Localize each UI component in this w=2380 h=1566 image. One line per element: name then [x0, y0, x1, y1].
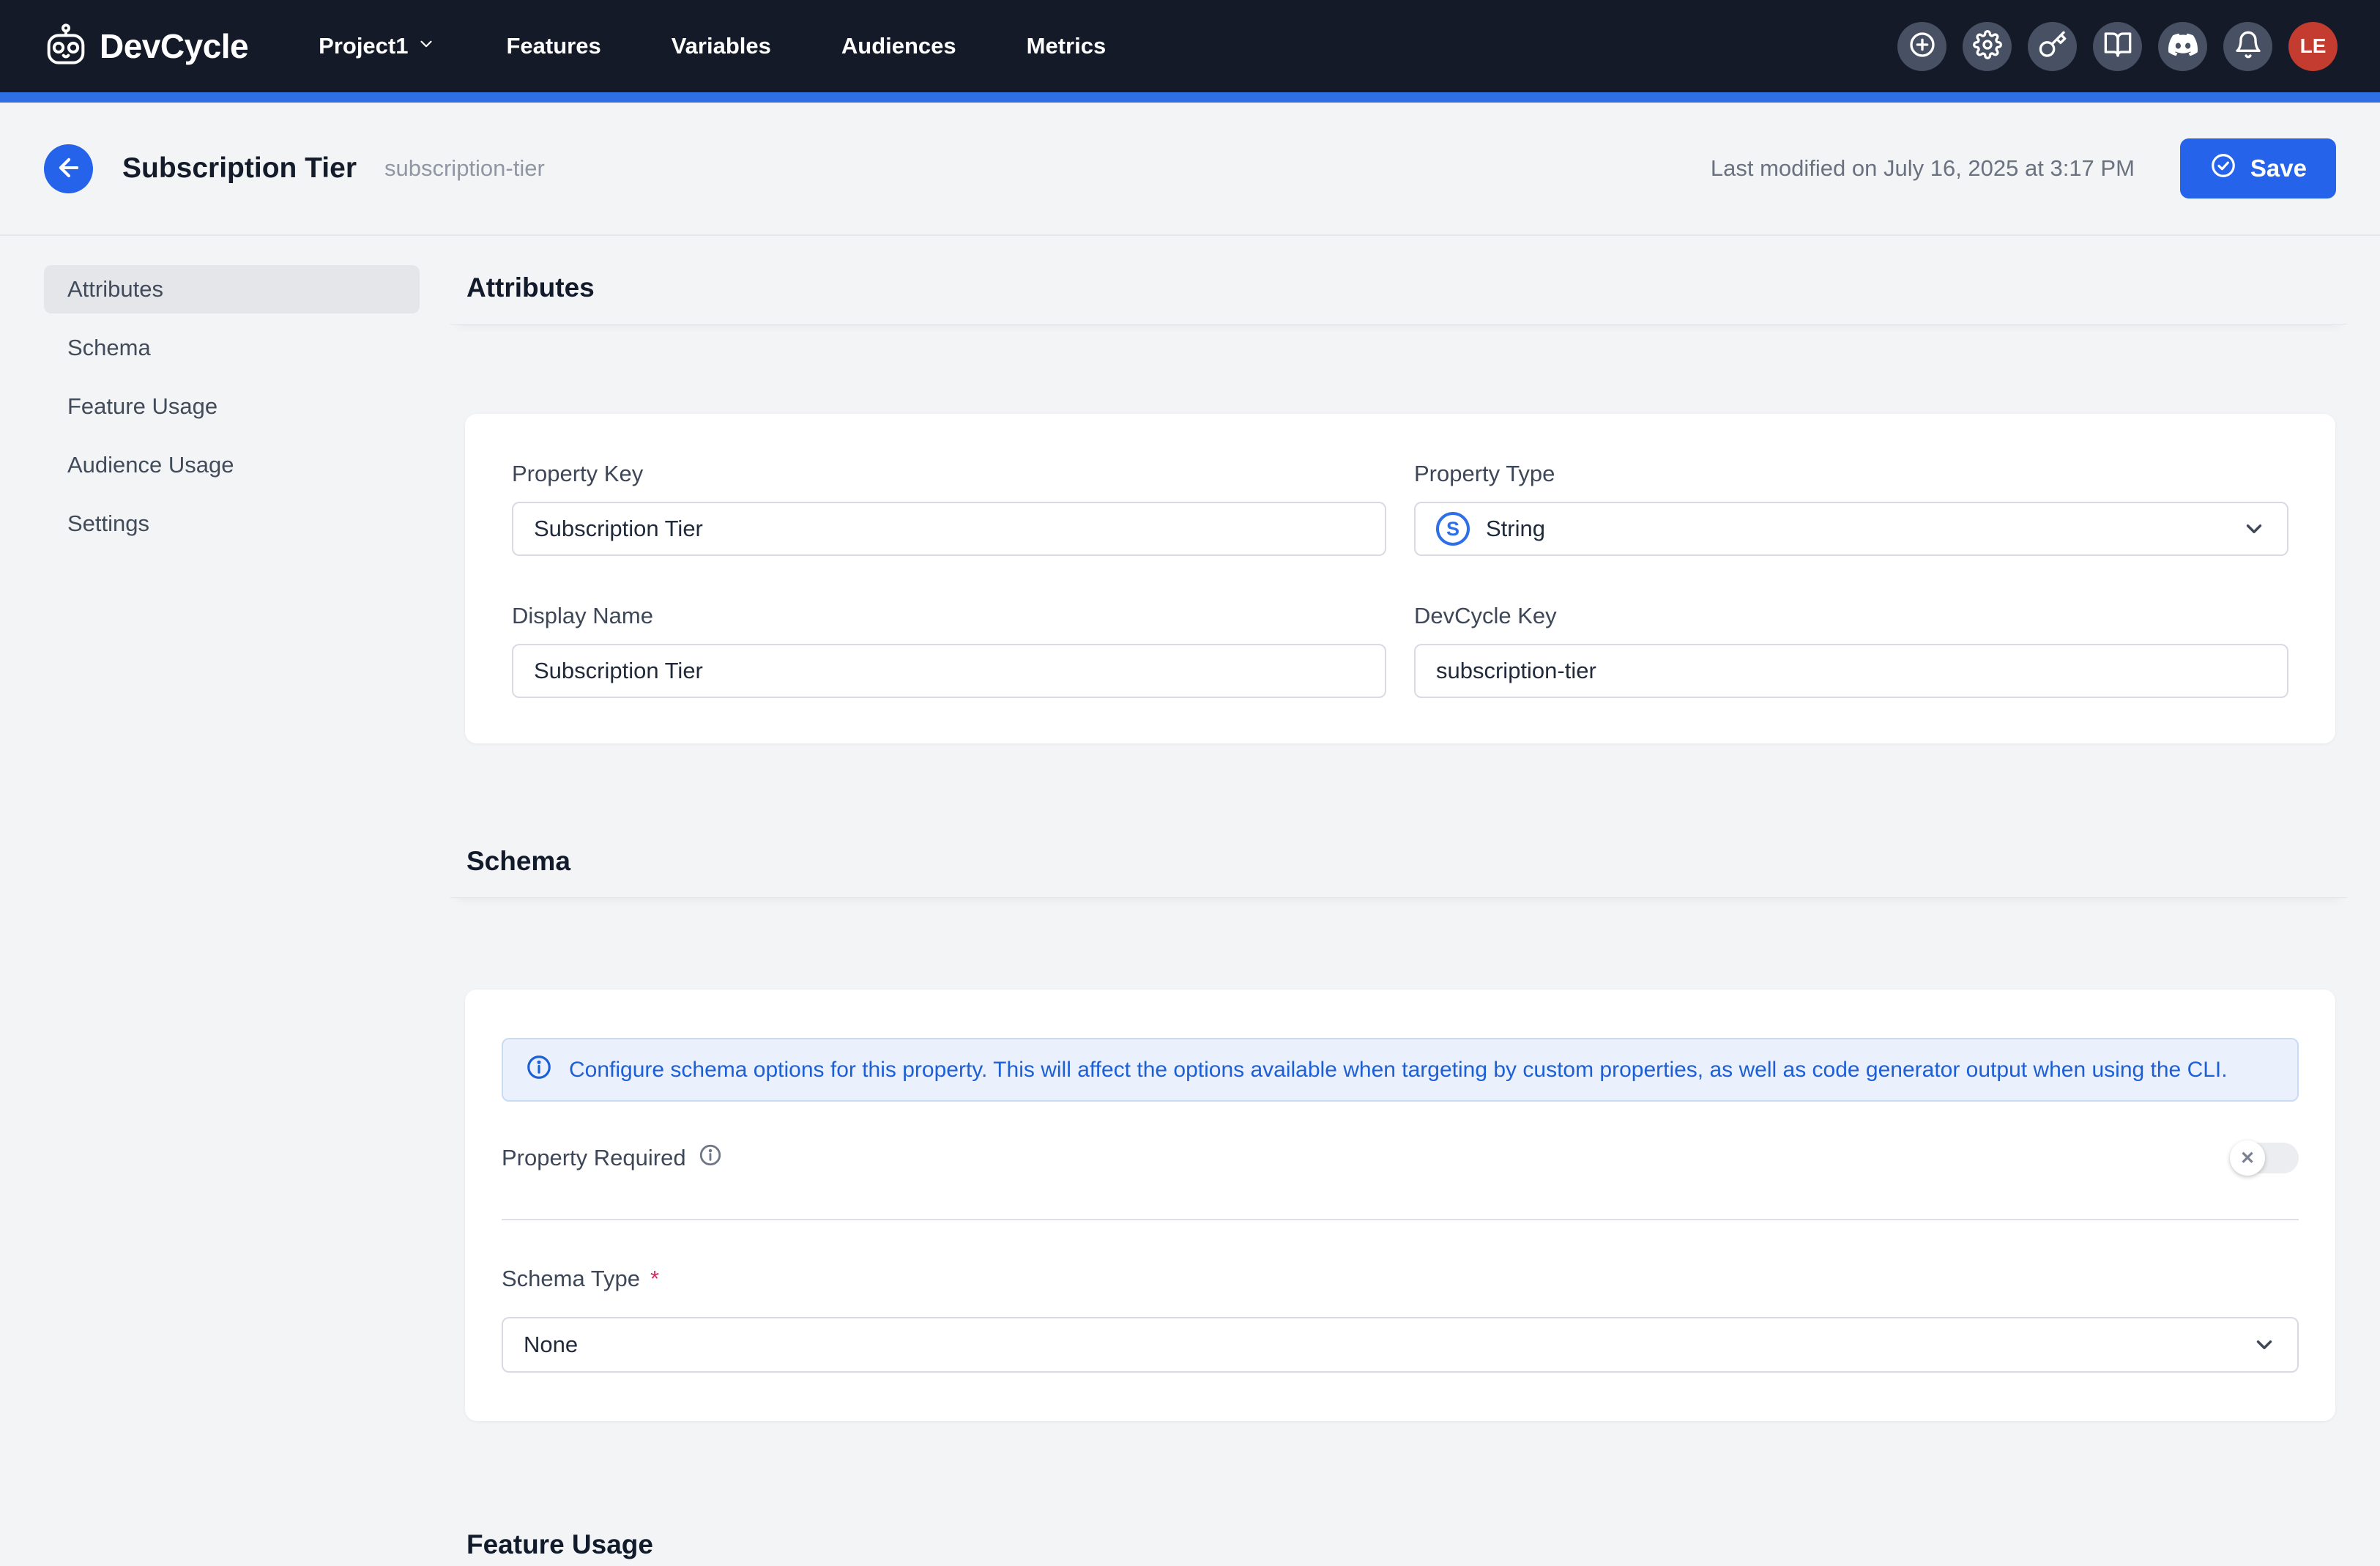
project-selector-label: Project1: [319, 33, 408, 59]
page-header: Subscription Tier subscription-tier Last…: [0, 103, 2380, 236]
nav-item-variables[interactable]: Variables: [672, 33, 771, 59]
feature-usage-section-header: Feature Usage: [450, 1497, 2347, 1566]
sidebar-item-schema[interactable]: Schema: [44, 324, 420, 372]
property-required-label-group: Property Required: [502, 1143, 723, 1173]
devcycle-robot-icon: [42, 23, 89, 70]
info-circle-icon: [525, 1053, 553, 1087]
property-required-row: Property Required ✕: [502, 1143, 2299, 1173]
discord-icon: [2168, 30, 2198, 63]
display-name-label: Display Name: [512, 603, 1386, 629]
notifications-button[interactable]: [2223, 22, 2272, 71]
back-button[interactable]: [44, 144, 93, 193]
plus-circle-icon: [1908, 30, 1937, 63]
main-column: Attributes Property Key Property Type S …: [450, 245, 2347, 1566]
schema-type-select[interactable]: None: [502, 1317, 2299, 1373]
docs-button[interactable]: [2093, 22, 2142, 71]
display-name-field-group: Display Name: [512, 603, 1386, 698]
property-required-toggle[interactable]: ✕: [2231, 1143, 2299, 1173]
chevron-down-icon: [2252, 1332, 2277, 1357]
schema-card-divider: [502, 1219, 2299, 1220]
bell-icon: [2234, 30, 2263, 63]
create-button[interactable]: [1897, 22, 1946, 71]
string-type-icon: S: [1436, 512, 1470, 546]
api-keys-button[interactable]: [2028, 22, 2077, 71]
attributes-section-header: Attributes: [450, 252, 2347, 324]
property-key-field-group: Property Key: [512, 461, 1386, 556]
discord-button[interactable]: [2158, 22, 2207, 71]
devcycle-key-label: DevCycle Key: [1414, 603, 2288, 629]
property-key-label: Property Key: [512, 461, 1386, 487]
property-type-value: String: [1486, 516, 1545, 542]
attributes-section-title: Attributes: [466, 272, 595, 303]
key-icon: [2038, 30, 2067, 63]
display-name-input[interactable]: [512, 644, 1386, 698]
save-button[interactable]: Save: [2180, 138, 2336, 198]
sidebar-item-audience-usage[interactable]: Audience Usage: [44, 441, 420, 489]
schema-info-alert: Configure schema options for this proper…: [502, 1038, 2299, 1102]
sidebar-item-settings[interactable]: Settings: [44, 500, 420, 548]
sidebar-item-attributes[interactable]: Attributes: [44, 265, 420, 313]
brand-wordmark: DevCycle: [100, 26, 248, 66]
nav-links: Project1 Features Variables Audiences Me…: [319, 33, 1106, 59]
property-type-field-group: Property Type S String: [1414, 461, 2288, 556]
page-key: subscription-tier: [384, 155, 545, 182]
devcycle-key-input[interactable]: [1414, 644, 2288, 698]
gear-icon: [1973, 30, 2002, 63]
page-title: Subscription Tier: [122, 152, 357, 185]
book-open-icon: [2103, 30, 2132, 63]
last-modified-text: Last modified on July 16, 2025 at 3:17 P…: [1711, 155, 2135, 182]
save-button-label: Save: [2250, 155, 2307, 182]
chevron-down-icon: [2242, 516, 2266, 541]
property-required-label: Property Required: [502, 1145, 686, 1171]
property-type-select[interactable]: S String: [1414, 502, 2288, 556]
nav-item-metrics[interactable]: Metrics: [1027, 33, 1107, 59]
navbar-actions: LE: [1897, 22, 2338, 71]
schema-card: Configure schema options for this proper…: [465, 990, 2335, 1421]
settings-button[interactable]: [1963, 22, 2012, 71]
nav-item-features[interactable]: Features: [506, 33, 600, 59]
arrow-left-icon: [55, 154, 83, 184]
schema-info-text: Configure schema options for this proper…: [569, 1058, 2228, 1083]
property-key-input[interactable]: [512, 502, 1386, 556]
content-area: Attributes Schema Feature Usage Audience…: [0, 236, 2380, 1566]
property-type-label: Property Type: [1414, 461, 2288, 487]
top-navbar: DevCycle Project1 Features Variables Aud…: [0, 0, 2380, 92]
sidebar-item-feature-usage[interactable]: Feature Usage: [44, 382, 420, 431]
check-circle-icon: [2209, 152, 2237, 185]
toggle-knob-x-icon: ✕: [2230, 1140, 2265, 1176]
attributes-card: Property Key Property Type S String Disp…: [465, 414, 2335, 743]
project-selector[interactable]: Project1: [319, 33, 436, 59]
schema-type-value: None: [524, 1332, 578, 1358]
chevron-down-icon: [417, 33, 436, 59]
user-avatar[interactable]: LE: [2288, 22, 2338, 71]
required-asterisk: *: [650, 1266, 659, 1292]
feature-usage-section-title: Feature Usage: [466, 1529, 653, 1560]
schema-section-header: Schema: [450, 825, 2347, 898]
devcycle-key-field-group: DevCycle Key: [1414, 603, 2288, 698]
devcycle-logo[interactable]: DevCycle: [42, 23, 248, 70]
info-circle-icon[interactable]: [698, 1143, 723, 1173]
schema-type-label-group: Schema Type *: [502, 1266, 2299, 1292]
side-nav: Attributes Schema Feature Usage Audience…: [44, 245, 420, 1566]
accent-bar: [0, 92, 2380, 103]
schema-type-label: Schema Type: [502, 1266, 640, 1292]
schema-section-title: Schema: [466, 846, 570, 877]
nav-item-audiences[interactable]: Audiences: [841, 33, 956, 59]
